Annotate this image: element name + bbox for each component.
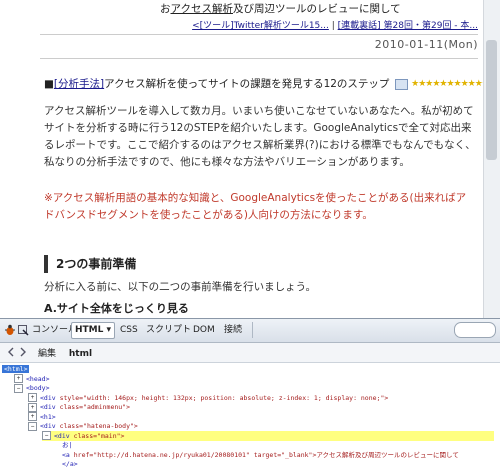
vertical-scrollbar[interactable] (483, 0, 500, 318)
tree-node[interactable]: お| (62, 440, 72, 450)
firebug-panel: コンソール HTML ▾ CSS スクリプト DOM 接続 編集 html <h… (0, 318, 500, 470)
expand-icon[interactable]: + (14, 374, 23, 383)
intro-paragraph: アクセス解析ツールを導入して数カ月。いまいち使いこなせていないあなたへ。私が初め… (44, 105, 476, 168)
subheading-text: サイト全体をじっくり見る (56, 302, 189, 315)
tree-node[interactable]: <html> (2, 364, 30, 374)
tree-tag: <div (40, 422, 56, 430)
section-heading: 2つの事前準備 (44, 255, 136, 273)
entry-title-text: アクセス解析を使ってサイトの課題を発見する12のステップ (104, 78, 390, 90)
title-link[interactable]: アクセス解析 (171, 3, 233, 15)
nav-separator: | (331, 21, 335, 31)
tree-tag: <head> (26, 374, 50, 383)
blog-page: おアクセス解析及び周辺ツールのレビューに関して <[ツール]Twitter解析ツ… (0, 0, 500, 318)
entry-title: ■[分析手法]アクセス解析を使ってサイトの課題を発見する12のステップ ★★★★… (44, 76, 500, 91)
tab-script[interactable]: スクリプト (146, 323, 191, 337)
scrollbar-thumb[interactable] (486, 40, 497, 160)
tab-dom[interactable]: DOM (193, 323, 215, 337)
breadcrumb: 編集 html (38, 346, 92, 359)
expand-icon[interactable]: + (28, 412, 37, 421)
tree-node[interactable]: + <h1> (28, 412, 56, 422)
edit-button[interactable]: 編集 (38, 349, 56, 359)
bookmark-icon[interactable] (394, 78, 408, 90)
tab-css[interactable]: CSS (120, 323, 138, 337)
tree-node[interactable]: − <body> (14, 383, 49, 393)
title-prefix: お (160, 3, 171, 15)
entry-date: 2010-01-11(Mon) (374, 38, 478, 51)
divider (40, 34, 478, 35)
tree-tag: <div (40, 403, 56, 411)
toolbar-separator (252, 322, 253, 338)
tree-tag: <h1> (40, 412, 56, 421)
tab-html[interactable]: HTML ▾ (71, 322, 115, 339)
tab-net[interactable]: 接続 (224, 323, 242, 337)
tree-node[interactable]: − <div class="hatena-body"> (28, 421, 138, 431)
subheading-letter: A. (44, 302, 57, 315)
section-paragraph: 分析に入る前に、以下の二つの事前準備を行いましょう。 (44, 281, 317, 293)
tree-tag: </a> (62, 460, 78, 468)
category-link[interactable]: [分析手法] (54, 78, 104, 90)
bug-icon[interactable] (4, 324, 16, 336)
inspect-icon[interactable] (18, 325, 29, 336)
notice-paragraph: ※アクセス解析用語の基本的な知識と、GoogleAnalyticsを使ったことが… (44, 192, 467, 221)
search-input[interactable] (454, 322, 496, 338)
expand-icon[interactable]: + (28, 393, 37, 402)
tree-attributes: class="main"> (69, 431, 125, 440)
tree-node[interactable]: + <head> (14, 374, 49, 384)
collapse-icon[interactable]: − (14, 383, 23, 393)
entry-nav: <[ツール]Twitter解析ツール15... | [連載裏話] 第28回・第2… (192, 18, 478, 31)
tree-node[interactable]: </a> (62, 459, 78, 469)
tree-node[interactable]: + <div style="width: 146px; height: 132px… (28, 393, 388, 403)
tree-tag: <div (40, 393, 56, 402)
tree-tag: <div (54, 431, 70, 440)
chevron-right-icon[interactable] (18, 347, 28, 357)
firebug-subbar: 編集 html (0, 343, 500, 363)
tree-tag: <html> (2, 365, 30, 373)
subheading: A.サイト全体をじっくり見る (44, 300, 189, 316)
breadcrumb-node[interactable]: html (69, 349, 92, 359)
tree-tag: お| (62, 441, 73, 449)
blog-title: おアクセス解析及び周辺ツールのレビューに関して (160, 1, 401, 16)
html-tree: <html> + <head> − <body> + <div style="width: … (0, 363, 500, 470)
tree-node[interactable]: <a href="http://d.hatena.ne.jp/ryuka01/2… (62, 450, 459, 460)
prev-entry-link[interactable]: <[ツール]Twitter解析ツール15... (192, 21, 329, 31)
expand-icon[interactable]: + (28, 402, 37, 412)
collapse-icon[interactable]: − (42, 431, 51, 440)
tree-attributes: style="width: 146px; height: 132px; posi… (55, 393, 389, 402)
tree-node[interactable]: + <div class="adminmenu"> (28, 402, 130, 412)
title-rest: 及び周辺ツールのレビューに関して (232, 3, 401, 15)
firebug-toolbar: コンソール HTML ▾ CSS スクリプト DOM 接続 (0, 319, 500, 343)
divider (40, 58, 478, 59)
tree-tag: <a (62, 450, 70, 459)
tree-node[interactable]: − <div class="main"> (42, 430, 494, 441)
entry-marker: ■ (44, 78, 54, 90)
tree-attributes: href="http://d.hatena.ne.jp/ryuka01/2008… (69, 450, 459, 459)
tree-attributes: class="hatena-body"> (55, 422, 138, 430)
collapse-icon[interactable]: − (28, 421, 37, 431)
tree-tag: <body> (26, 384, 50, 392)
tree-attributes: class="adminmenu"> (55, 403, 131, 411)
chevron-left-icon[interactable] (6, 347, 16, 357)
next-entry-link[interactable]: [連載裏話] 第28回・第29回 - 本... (338, 21, 478, 31)
